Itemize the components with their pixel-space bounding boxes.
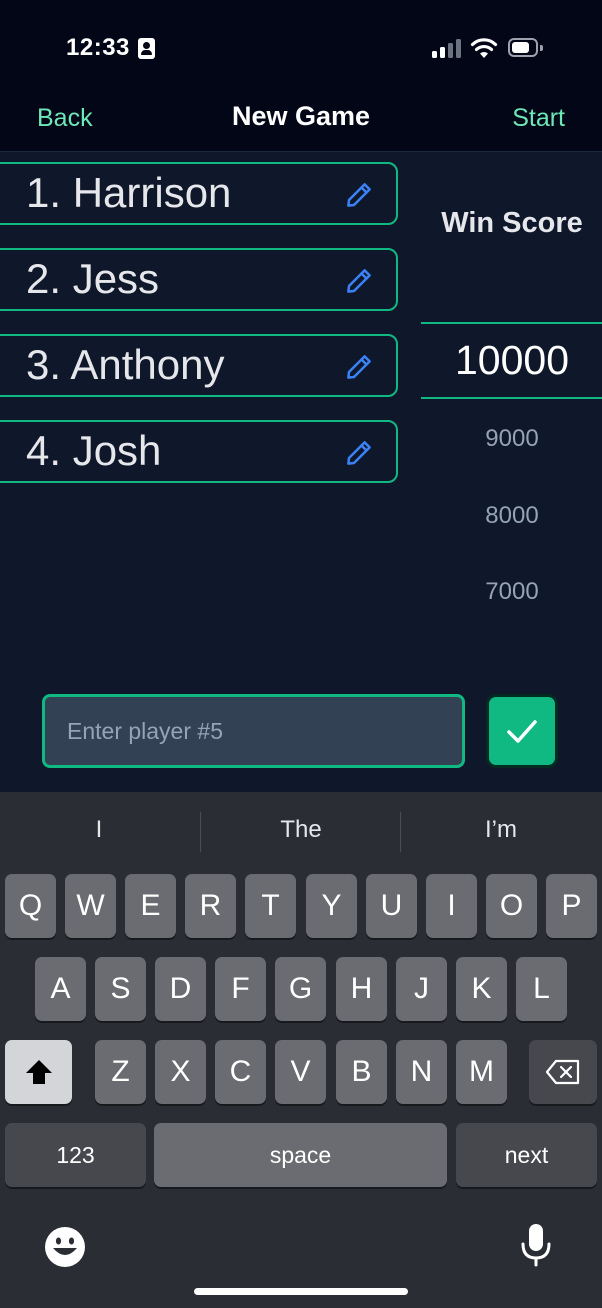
pencil-icon[interactable] [344,180,374,210]
player-name: 3. Anthony [26,341,225,388]
player-name: 2. Jess [26,255,160,302]
key-p[interactable]: P [546,874,597,938]
space-key[interactable]: space [154,1123,447,1187]
status-time: 12:33 [66,34,130,61]
status-bar: 12:33 [0,0,602,96]
delete-key[interactable] [529,1040,597,1104]
checkmark-icon [507,720,537,743]
pencil-icon[interactable] [344,438,374,468]
battery-tip [540,45,543,51]
wifi-icon [470,38,498,58]
win-score-selected[interactable]: 10000 [422,337,602,384]
key-i[interactable]: I [426,874,477,938]
key-m[interactable]: M [456,1040,507,1104]
player-row[interactable]: 3. Anthony [0,334,398,397]
player-row[interactable]: 1. Harrison [0,162,398,225]
next-key[interactable]: next [456,1123,597,1187]
key-x[interactable]: X [155,1040,206,1104]
suggestion-item[interactable]: I’m [402,816,600,844]
emoji-icon[interactable] [44,1226,86,1268]
back-button[interactable]: Back [37,104,93,133]
key-g[interactable]: G [275,957,326,1021]
player-name: 1. Harrison [26,169,232,216]
key-h[interactable]: H [336,957,387,1021]
suggestion-item[interactable]: I [0,816,198,844]
pencil-icon[interactable] [344,352,374,382]
home-indicator[interactable] [194,1288,408,1295]
key-r[interactable]: R [185,874,236,938]
battery-icon [508,38,538,57]
key-o[interactable]: O [486,874,537,938]
picker-top-divider [421,322,602,324]
player-row[interactable]: 4. Josh [0,420,398,483]
player-list: 1. Harrison 2. Jess 3. Anthony 4. Josh [0,162,411,506]
key-c[interactable]: C [215,1040,266,1104]
key-v[interactable]: V [275,1040,326,1104]
picker-bottom-divider [421,397,602,399]
start-button[interactable]: Start [512,104,565,133]
shift-icon [25,1060,52,1084]
confirm-player-button[interactable] [486,694,558,768]
win-score-label: Win Score [441,207,583,239]
key-n[interactable]: N [396,1040,447,1104]
key-b[interactable]: B [336,1040,387,1104]
player-name: 4. Josh [26,427,162,474]
key-k[interactable]: K [456,957,507,1021]
key-a[interactable]: A [35,957,86,1021]
key-y[interactable]: Y [306,874,357,938]
suggestion-divider [200,812,201,852]
win-score-option[interactable]: 9000 [422,425,602,453]
win-score-option[interactable]: 7000 [422,578,602,606]
key-u[interactable]: U [366,874,417,938]
key-q[interactable]: Q [5,874,56,938]
key-s[interactable]: S [95,957,146,1021]
pencil-icon[interactable] [344,266,374,296]
suggestion-item[interactable]: The [202,816,400,844]
key-z[interactable]: Z [95,1040,146,1104]
key-d[interactable]: D [155,957,206,1021]
microphone-icon[interactable] [520,1223,552,1269]
key-f[interactable]: F [215,957,266,1021]
cellular-signal-icon [432,38,462,58]
player-row[interactable]: 2. Jess [0,248,398,311]
contact-card-icon [138,38,155,59]
new-player-input[interactable] [42,694,465,768]
win-score-option[interactable]: 8000 [422,502,602,530]
suggestion-divider [400,812,401,852]
shift-key[interactable] [5,1040,72,1104]
navigation-bar: Back New Game Start [0,96,602,152]
key-l[interactable]: L [516,957,567,1021]
key-t[interactable]: T [245,874,296,938]
numbers-key[interactable]: 123 [5,1123,146,1187]
key-e[interactable]: E [125,874,176,938]
key-j[interactable]: J [396,957,447,1021]
key-w[interactable]: W [65,874,116,938]
backspace-icon [545,1059,580,1085]
